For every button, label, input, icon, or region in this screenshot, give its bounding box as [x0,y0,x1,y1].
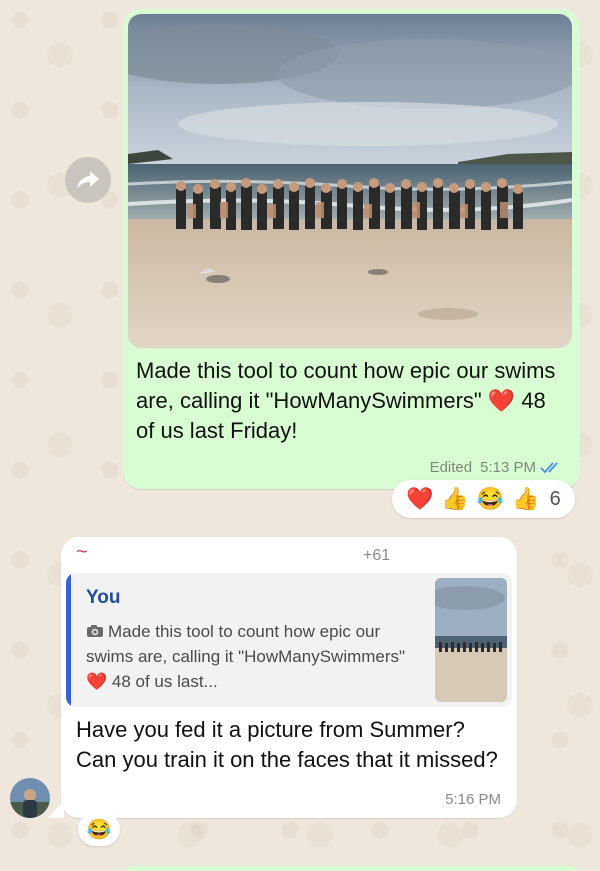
beach-group-photo-thumb [435,578,507,702]
message-reactions[interactable]: ❤️ 👍 😂 👍 6 [392,480,575,518]
user-avatar[interactable] [10,778,50,818]
reaction-count: 6 [549,487,561,510]
reaction-thumbs-up: 👍 [512,486,540,511]
outgoing-message-text: Made this tool to count how epic our swi… [136,358,556,443]
quote-author: You [86,587,121,608]
reaction-heart: ❤️ [406,486,434,511]
quoted-message[interactable]: You Made this tool to count how epic our… [66,573,512,707]
incoming-message-reaction[interactable]: 😂 [78,812,120,846]
double-check-read-icon [540,461,558,473]
edited-label: Edited [429,459,473,476]
bubble-tail [48,800,64,818]
quote-accent-bar [66,573,71,707]
incoming-message-time: 5:16 PM [445,791,501,808]
sender-phone-prefix: +61 [363,547,391,564]
next-outgoing-bubble-edge [123,866,580,871]
quote-snippet: Made this tool to count how epic our swi… [86,622,406,691]
beach-group-photo[interactable] [128,14,572,348]
forward-button[interactable] [65,157,111,203]
camera-icon [87,625,103,637]
outgoing-message-bubble[interactable]: Made this tool to count how epic our swi… [123,9,580,489]
outgoing-message-meta: Edited 5:13 PM [430,459,564,476]
reaction-thumbs-up: 👍 [441,486,469,511]
incoming-message-text: Have you fed it a picture from Summer? C… [76,717,498,772]
incoming-message-bubble[interactable]: ~ +61 You Made this tool to count how ep… [61,537,517,818]
forward-arrow-icon [77,171,99,189]
sender-name[interactable]: ~ [76,541,88,564]
outgoing-message-time: 5:13 PM [480,459,536,476]
reaction-laugh: 😂 [476,486,505,511]
quote-text: Made this tool to count how epic our swi… [86,619,426,694]
